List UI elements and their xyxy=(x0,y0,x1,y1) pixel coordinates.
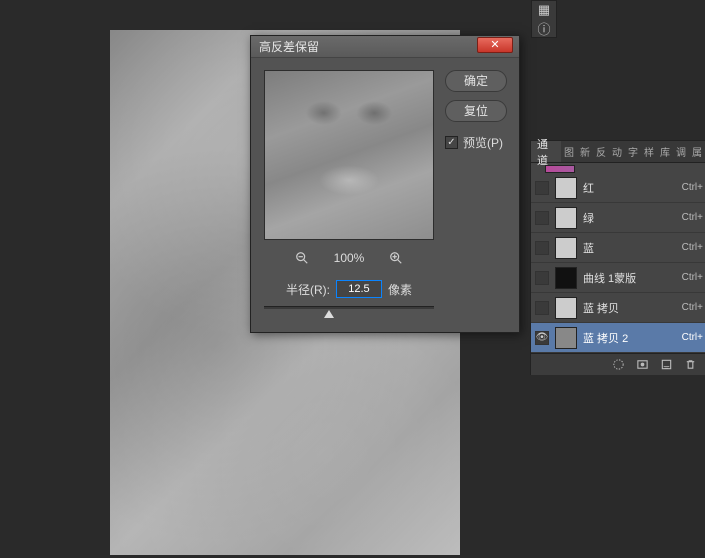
channels-panel: 通道 图 新 反 动 字 样 库 调 属 红 Ctrl+ 绿 Ctrl+ 蓝 C… xyxy=(530,140,705,375)
zoom-in-icon xyxy=(389,251,403,265)
save-selection-icon[interactable] xyxy=(635,358,649,372)
tab-other-3[interactable]: 动 xyxy=(609,141,625,162)
channel-shortcut: Ctrl+ xyxy=(682,242,703,253)
zoom-in-button[interactable] xyxy=(388,250,404,266)
channel-shortcut: Ctrl+ xyxy=(682,272,703,283)
tab-other-8[interactable]: 属 xyxy=(689,141,705,162)
channel-shortcut: Ctrl+ xyxy=(682,302,703,313)
channel-row-blue[interactable]: 蓝 Ctrl+ xyxy=(531,233,705,263)
tab-other-1[interactable]: 新 xyxy=(577,141,593,162)
channel-thumb xyxy=(555,297,577,319)
preview-checkbox-label: 预览(P) xyxy=(463,134,503,151)
channel-shortcut: Ctrl+ xyxy=(682,332,703,343)
channel-row-green[interactable]: 绿 Ctrl+ xyxy=(531,203,705,233)
visibility-toggle[interactable] xyxy=(535,271,549,285)
zoom-out-icon xyxy=(295,251,309,265)
tab-channels[interactable]: 通道 xyxy=(531,141,561,162)
panel-footer xyxy=(531,353,705,375)
radius-label: 半径(R): xyxy=(286,281,330,298)
channel-shortcut: Ctrl+ xyxy=(682,182,703,193)
tab-other-2[interactable]: 反 xyxy=(593,141,609,162)
close-button[interactable]: ✕ xyxy=(477,37,513,53)
visibility-toggle[interactable] xyxy=(535,241,549,255)
channel-row-blue-copy[interactable]: 蓝 拷贝 Ctrl+ xyxy=(531,293,705,323)
new-channel-icon[interactable] xyxy=(659,358,673,372)
channel-row-curves-mask[interactable]: 曲线 1蒙版 Ctrl+ xyxy=(531,263,705,293)
visibility-toggle[interactable] xyxy=(535,211,549,225)
visibility-toggle[interactable] xyxy=(535,331,549,345)
visibility-toggle[interactable] xyxy=(535,301,549,315)
slider-thumb[interactable] xyxy=(324,310,334,318)
tab-other-6[interactable]: 库 xyxy=(657,141,673,162)
tab-other-7[interactable]: 调 xyxy=(673,141,689,162)
reset-button[interactable]: 复位 xyxy=(445,100,507,122)
channel-thumb xyxy=(555,177,577,199)
panel-tabs: 通道 图 新 反 动 字 样 库 调 属 xyxy=(531,141,705,163)
tab-other-0[interactable]: 图 xyxy=(561,141,577,162)
tab-other-5[interactable]: 样 xyxy=(641,141,657,162)
high-pass-dialog: 高反差保留 ✕ 100% 半径(R): 像素 xyxy=(250,35,520,333)
channel-thumb xyxy=(555,207,577,229)
radius-slider[interactable] xyxy=(264,304,434,320)
filter-preview[interactable] xyxy=(264,70,434,240)
channel-thumb xyxy=(555,327,577,349)
slider-track xyxy=(264,306,434,309)
tab-other-4[interactable]: 字 xyxy=(625,141,641,162)
histogram-icon[interactable]: ▦ xyxy=(532,1,556,19)
preview-checkbox[interactable]: ✓ xyxy=(445,136,458,149)
info-icon[interactable]: ⓘ xyxy=(532,19,556,37)
visibility-toggle[interactable] xyxy=(535,181,549,195)
channel-row-red[interactable]: 红 Ctrl+ xyxy=(531,173,705,203)
zoom-level: 100% xyxy=(334,251,365,265)
delete-channel-icon[interactable] xyxy=(683,358,697,372)
zoom-out-button[interactable] xyxy=(294,250,310,266)
dialog-title: 高反差保留 xyxy=(259,38,319,55)
load-selection-icon[interactable] xyxy=(611,358,625,372)
ok-button[interactable]: 确定 xyxy=(445,70,507,92)
radius-input[interactable] xyxy=(336,280,382,298)
dialog-titlebar[interactable]: 高反差保留 ✕ xyxy=(251,36,519,58)
channel-thumb xyxy=(555,267,577,289)
channel-thumb xyxy=(555,237,577,259)
channel-list: 红 Ctrl+ 绿 Ctrl+ 蓝 Ctrl+ 曲线 1蒙版 Ctrl+ 蓝 拷… xyxy=(531,173,705,353)
channel-row-blue-copy-2[interactable]: 蓝 拷贝 2 Ctrl+ xyxy=(531,323,705,353)
radius-unit: 像素 xyxy=(388,281,412,298)
collapsed-panel-icons: ▦ ⓘ xyxy=(531,0,557,38)
channel-shortcut: Ctrl+ xyxy=(682,212,703,223)
